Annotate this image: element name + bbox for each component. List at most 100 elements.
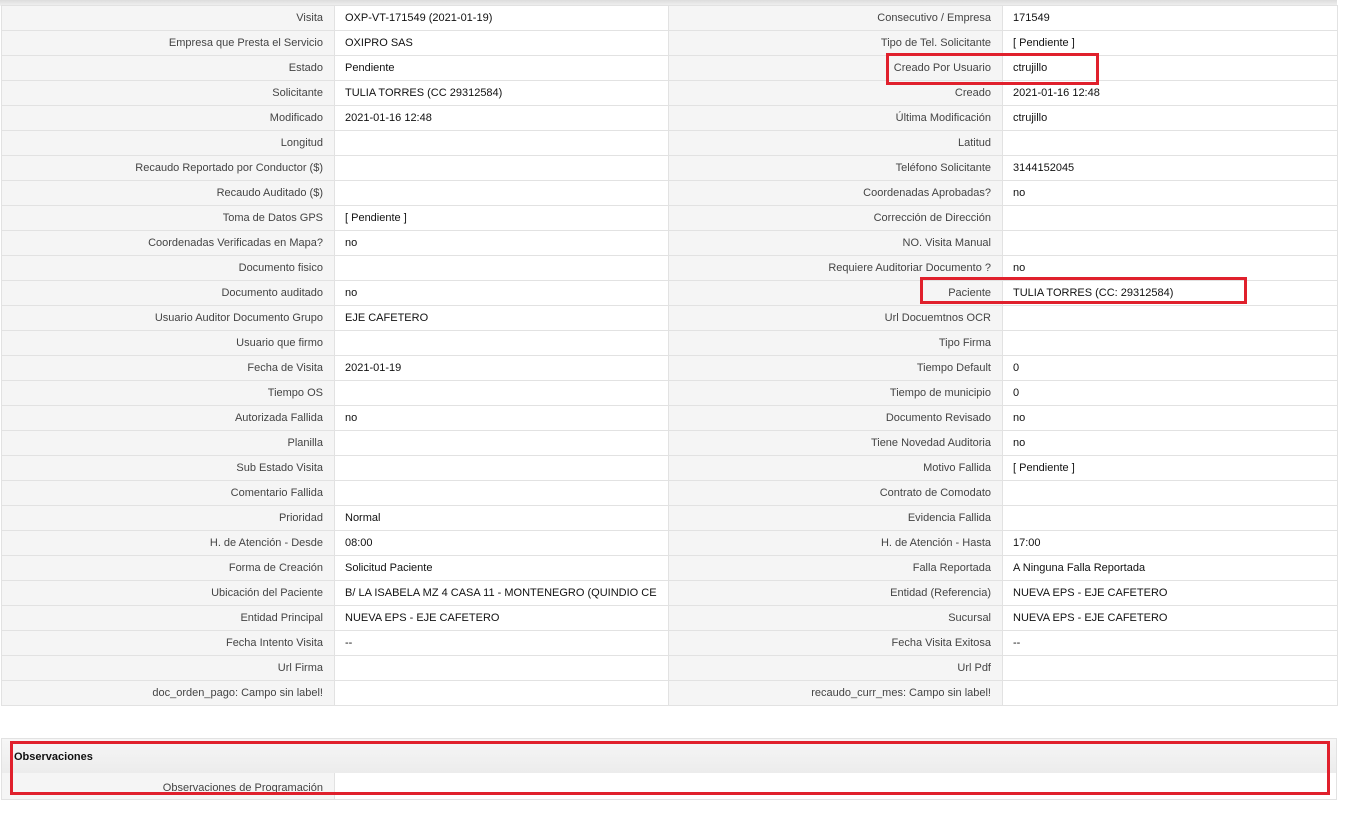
motivo-fallida-value: [ Pendiente ] (1002, 455, 1338, 481)
modificado-label: Modificado (1, 105, 335, 131)
consecutivo-empresa-value: 171549 (1002, 5, 1338, 31)
comentario-fallida-label: Comentario Fallida (1, 480, 335, 506)
url-docuemtnos-ocr-value (1002, 305, 1338, 331)
tiempo-de-municipio-label: Tiempo de municipio (668, 380, 1003, 406)
ubicacion-del-paciente-value: B/ LA ISABELA MZ 4 CASA 11 - MONTENEGRO … (334, 580, 669, 606)
table-row: Empresa que Presta el Servicio OXIPRO SAS… (1, 30, 1338, 56)
autorizada-fallida-value: no (334, 405, 669, 431)
comentario-fallida-value (334, 480, 669, 506)
table-row: Modificado 2021-01-16 12:48 Última Modific… (1, 105, 1338, 131)
table-row: Toma de Datos GPS[ Pendiente ] Corrección… (1, 205, 1338, 231)
sub-estado-visita-label: Sub Estado Visita (1, 455, 335, 481)
tipo-de-tel-solicitante-value: [ Pendiente ] (1002, 30, 1338, 56)
entidad-principal-value: NUEVA EPS - EJE CAFETERO (334, 605, 669, 631)
usuario-auditor-documento-grupo-value: EJE CAFETERO (334, 305, 669, 331)
prioridad-label: Prioridad (1, 505, 335, 531)
no-visita-manual-label: NO. Visita Manual (668, 230, 1003, 256)
tiene-novedad-auditoria-value: no (1002, 430, 1338, 456)
table-row: Planilla Tiene Novedad Auditoria no (1, 430, 1338, 456)
longitud-label: Longitud (1, 130, 335, 156)
url-pdf-value (1002, 655, 1338, 681)
motivo-fallida-label: Motivo Fallida (668, 455, 1003, 481)
documento-revisado-value: no (1002, 405, 1338, 431)
requiere-auditoriar-documento-value: no (1002, 255, 1338, 281)
table-row: Url Firma Url Pdf (1, 655, 1338, 681)
modificado-value: 2021-01-16 12:48 (334, 105, 669, 131)
visit-detail-table: Visita OXP-VT-171549 (2021-01-19) Consecut… (1, 5, 1338, 706)
table-row: Visita OXP-VT-171549 (2021-01-19) Consecut… (1, 5, 1338, 31)
table-row: Autorizada Fallida no Documento Revisado … (1, 405, 1338, 431)
paciente-value: TULIA TORRES (CC: 29312584) (1002, 280, 1338, 306)
correccion-de-direccion-value (1002, 205, 1338, 231)
observaciones-row: Observaciones de Programación (2, 773, 1336, 799)
latitud-value (1002, 130, 1338, 156)
documento-fisico-label: Documento fisico (1, 255, 335, 281)
toma-de-datos-gps-label: Toma de Datos GPS (1, 205, 335, 231)
estado-value: Pendiente (334, 55, 669, 81)
planilla-value (334, 430, 669, 456)
observaciones-programacion-label: Observaciones de Programación (2, 773, 335, 799)
tipo-firma-value (1002, 330, 1338, 356)
fecha-visita-exitosa-label: Fecha Visita Exitosa (668, 630, 1003, 656)
table-row: H. de Atención - Desde 08:00 H. de Atenció… (1, 530, 1338, 556)
coordenadas-aprobadas-value: no (1002, 180, 1338, 206)
evidencia-fallida-value (1002, 505, 1338, 531)
h-de-atencion-desde-value: 08:00 (334, 530, 669, 556)
entidad-principal-label: Entidad Principal (1, 605, 335, 631)
creado-por-usuario-value: ctrujillo (1002, 55, 1338, 81)
coordenadas-aprobadas-label: Coordenadas Aprobadas? (668, 180, 1003, 206)
contrato-de-comodato-label: Contrato de Comodato (668, 480, 1003, 506)
ubicacion-del-paciente-label: Ubicación del Paciente (1, 580, 335, 606)
table-row: Fecha de Visita 2021-01-19 Tiempo Default… (1, 355, 1338, 381)
fecha-de-visita-value: 2021-01-19 (334, 355, 669, 381)
recaudo-auditado-label: Recaudo Auditado ($) (1, 180, 335, 206)
fecha-de-visita-label: Fecha de Visita (1, 355, 335, 381)
forma-de-creacion-value: Solicitud Paciente (334, 555, 669, 581)
tiene-novedad-auditoria-label: Tiene Novedad Auditoria (668, 430, 1003, 456)
table-row: Fecha Intento Visita -- Fecha Visita Exit… (1, 630, 1338, 656)
table-row: Recaudo Auditado ($) Coordenadas Aprobada… (1, 180, 1338, 206)
table-row: Entidad Principal NUEVA EPS - EJE CAFETER… (1, 605, 1338, 631)
no-visita-manual-value (1002, 230, 1338, 256)
visita-label: Visita (1, 5, 335, 31)
h-de-atencion-hasta-value: 17:00 (1002, 530, 1338, 556)
entidad-referencia-label: Entidad (Referencia) (668, 580, 1003, 606)
prioridad-value: Normal (334, 505, 669, 531)
creado-por-usuario-label: Creado Por Usuario (668, 55, 1003, 81)
table-row: Sub Estado Visita Motivo Fallida[ Pendien… (1, 455, 1338, 481)
table-row: Usuario que firmo Tipo Firma (1, 330, 1338, 356)
usuario-que-firmo-label: Usuario que firmo (1, 330, 335, 356)
entidad-referencia-value: NUEVA EPS - EJE CAFETERO (1002, 580, 1338, 606)
tiempo-default-label: Tiempo Default (668, 355, 1003, 381)
fecha-intento-visita-label: Fecha Intento Visita (1, 630, 335, 656)
documento-fisico-value (334, 255, 669, 281)
h-de-atencion-desde-label: H. de Atención - Desde (1, 530, 335, 556)
table-row: Solicitante TULIA TORRES (CC 29312584) Cre… (1, 80, 1338, 106)
visita-value: OXP-VT-171549 (2021-01-19) (334, 5, 669, 31)
url-firma-value (334, 655, 669, 681)
tipo-de-tel-solicitante-label: Tipo de Tel. Solicitante (668, 30, 1003, 56)
creado-label: Creado (668, 80, 1003, 106)
table-row: Forma de Creación Solicitud Paciente Falla… (1, 555, 1338, 581)
table-row: Longitud Latitud (1, 130, 1338, 156)
empresa-que-presta-el-servicio-label: Empresa que Presta el Servicio (1, 30, 335, 56)
tipo-firma-label: Tipo Firma (668, 330, 1003, 356)
sucursal-value: NUEVA EPS - EJE CAFETERO (1002, 605, 1338, 631)
recaudo-reportado-por-conductor-value (334, 155, 669, 181)
falla-reportada-label: Falla Reportada (668, 555, 1003, 581)
table-row: Documento fisico Requiere Auditoriar Docu… (1, 255, 1338, 281)
correccion-de-direccion-label: Corrección de Dirección (668, 205, 1003, 231)
tiempo-os-value (334, 380, 669, 406)
table-row: Coordenadas Verificadas en Mapa? no NO. V… (1, 230, 1338, 256)
observaciones-panel: Observaciones Observaciones de Programac… (1, 738, 1337, 800)
telefono-solicitante-label: Teléfono Solicitante (668, 155, 1003, 181)
h-de-atencion-hasta-label: H. de Atención - Hasta (668, 530, 1003, 556)
documento-revisado-label: Documento Revisado (668, 405, 1003, 431)
sub-estado-visita-value (334, 455, 669, 481)
contrato-de-comodato-value (1002, 480, 1338, 506)
documento-auditado-value: no (334, 280, 669, 306)
table-row: Prioridad Normal Evidencia Fallida (1, 505, 1338, 531)
recaudo-auditado-value (334, 180, 669, 206)
table-row: Documento auditado no Paciente TULIA TORRE… (1, 280, 1338, 306)
toma-de-datos-gps-value: [ Pendiente ] (334, 205, 669, 231)
